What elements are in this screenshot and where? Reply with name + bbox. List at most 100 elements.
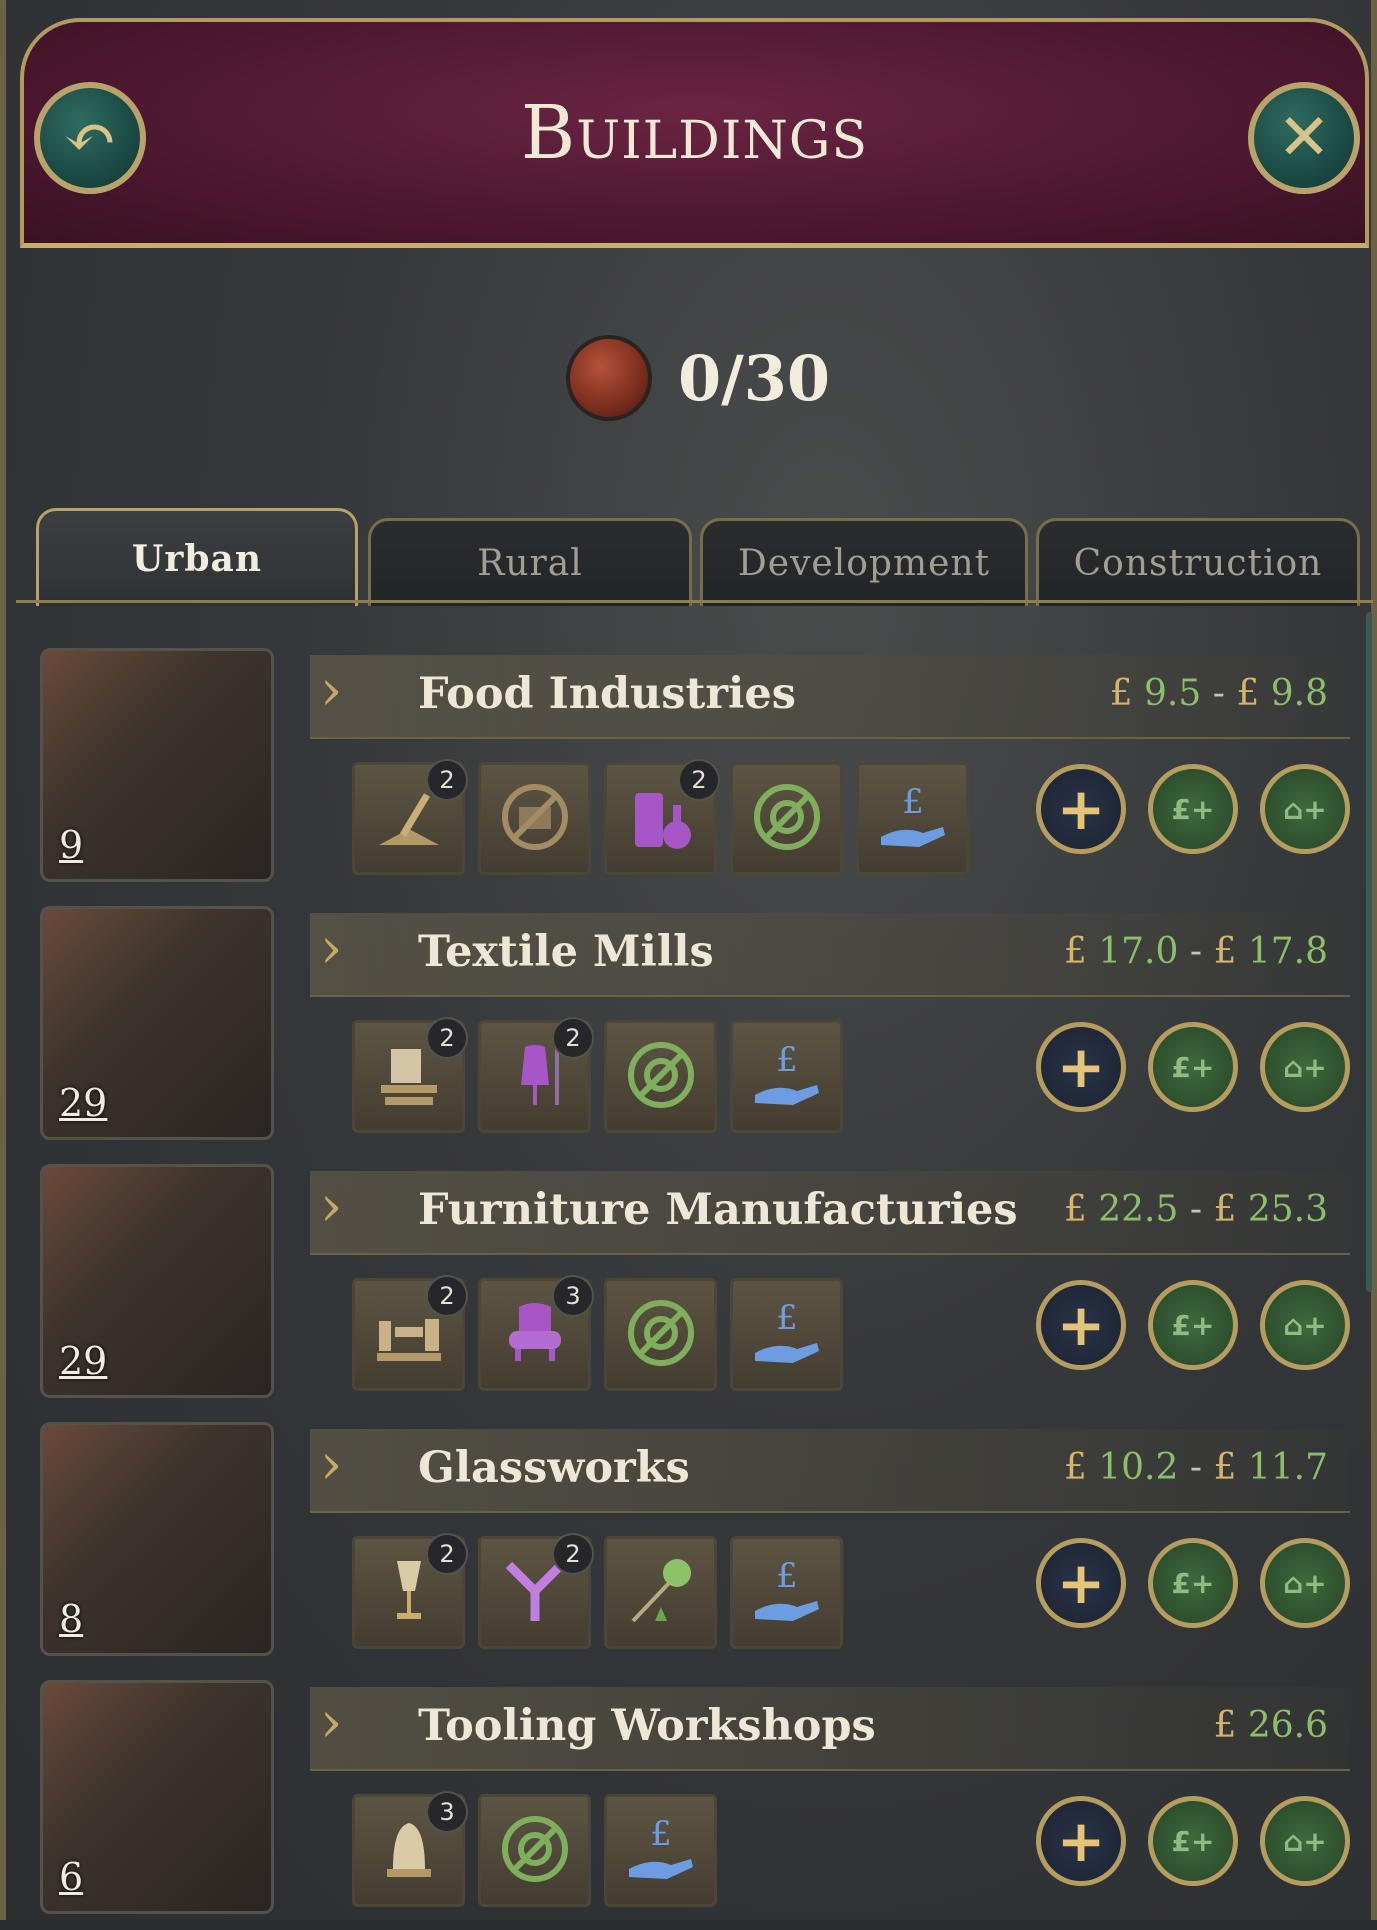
construction-counter-value: 0/30 [678,341,831,415]
production-method-slot[interactable]: 3 [352,1791,468,1907]
tab-development[interactable]: Development [700,518,1028,606]
tab-construction[interactable]: Construction [1036,518,1360,606]
slot-option-count: 3 [552,1275,594,1317]
subsidize-button[interactable]: £+ [1148,1280,1238,1370]
currency-symbol: £ [1213,931,1237,972]
chevron-right-icon[interactable]: › [320,663,342,719]
close-x-icon: ✕ [1277,101,1331,175]
building-illustration-icon [157,1781,257,1891]
building-thumbnail[interactable]: 9 [40,648,274,882]
subsidize-button[interactable]: £+ [1148,764,1238,854]
pound-plus-icon: £+ [1171,1566,1215,1600]
price-high: 11.7 [1247,1447,1328,1488]
production-method-slot[interactable] [604,1278,717,1391]
building-row[interactable]: 8 › Glassworks £ 10.2 - £ 11.7 2 2 £ + £… [40,1414,1350,1672]
subsidize-button[interactable]: £+ [1148,1538,1238,1628]
currency-symbol: £ [1213,1447,1237,1488]
chevron-right-icon[interactable]: › [320,1695,342,1751]
construction-points-icon [566,335,652,421]
chevron-right-icon[interactable]: › [320,921,342,977]
building-thumbnail[interactable]: 6 [40,1680,274,1914]
price-low: 10.2 [1098,1447,1179,1488]
subsidize-button[interactable]: £+ [1148,1796,1238,1886]
building-row[interactable]: 29 › Textile Mills £ 17.0 - £ 17.8 2 2 £… [40,898,1350,1156]
production-method-slot[interactable]: 2 [478,1017,594,1133]
building-name: Food Industries [418,669,796,719]
production-method-slot[interactable] [478,1794,591,1907]
building-row[interactable]: 9 › Food Industries £ 9.5 - £ 9.8 2 2 £ [40,640,1350,898]
price-range: £ 10.2 - £ 11.7 [1064,1447,1328,1488]
build-button[interactable]: + [1036,1538,1126,1628]
build-button[interactable]: + [1036,764,1126,854]
price-value: 26.6 [1247,1705,1328,1746]
slot-option-count: 2 [678,759,720,801]
expand-button[interactable]: ⌂+ [1260,764,1350,854]
production-method-slot[interactable]: £ [604,1794,717,1907]
construction-counter: 0/30 [566,335,830,421]
production-method-slot[interactable]: £ [730,1020,843,1133]
disabled-automation-icon [495,1809,575,1893]
production-method-slot[interactable]: 3 [478,1275,594,1391]
chevron-right-icon[interactable]: › [320,1179,342,1235]
production-method-slot[interactable]: £ [856,762,969,875]
disabled-automation-icon [621,1293,701,1377]
production-method-slot[interactable]: 2 [352,1017,468,1133]
expand-button[interactable]: ⌂+ [1260,1280,1350,1370]
pound-hand-ownership-icon: £ [747,1293,827,1377]
chevron-right-icon[interactable]: › [320,1437,342,1493]
building-count: 29 [59,1339,108,1383]
building-actions: + £+ ⌂+ [1036,764,1350,854]
production-method-slot[interactable]: £ [730,1278,843,1391]
production-method-slot[interactable] [478,762,591,875]
currency-symbol: £ [1063,931,1087,972]
subsidize-button[interactable]: £+ [1148,1022,1238,1112]
build-button[interactable]: + [1036,1796,1126,1886]
building-thumbnail[interactable]: 8 [40,1422,274,1656]
production-method-slot[interactable]: £ [730,1536,843,1649]
building-row[interactable]: 29 › Furniture Manufacturies £ 22.5 - £ … [40,1156,1350,1414]
building-count: 6 [59,1855,84,1899]
building-header[interactable]: › Furniture Manufacturies £ 22.5 - £ 25.… [310,1171,1350,1255]
building-name: Textile Mills [418,927,714,977]
close-button[interactable]: ✕ [1248,82,1360,194]
building-thumbnail[interactable]: 29 [40,906,274,1140]
production-method-slot[interactable]: 2 [478,1533,594,1649]
slot-option-count: 3 [426,1791,468,1833]
building-header[interactable]: › Food Industries £ 9.5 - £ 9.8 [310,655,1350,739]
tab-urban[interactable]: Urban [36,508,358,606]
house-plus-icon: ⌂+ [1283,1308,1327,1342]
currency-symbol: £ [1213,1189,1237,1230]
production-method-slot[interactable]: 2 [352,1275,468,1391]
price-high: 9.8 [1270,673,1328,714]
production-method-slot[interactable]: 2 [352,759,468,875]
expand-button[interactable]: ⌂+ [1260,1022,1350,1112]
building-header[interactable]: › Glassworks £ 10.2 - £ 11.7 [310,1429,1350,1513]
building-row[interactable]: 6 › Tooling Workshops £ 26.6 3 £ + £+ ⌂+ [40,1672,1350,1930]
building-actions: + £+ ⌂+ [1036,1796,1350,1886]
slot-option-count: 2 [426,1533,468,1575]
tab-divider [16,600,1373,603]
pound-hand-ownership-icon: £ [621,1809,701,1893]
building-thumbnail[interactable]: 29 [40,1164,274,1398]
slot-option-count: 2 [552,1533,594,1575]
list-scrollbar[interactable] [1366,612,1372,1292]
build-button[interactable]: + [1036,1022,1126,1112]
house-plus-icon: ⌂+ [1283,1566,1327,1600]
expand-button[interactable]: ⌂+ [1260,1796,1350,1886]
production-method-slot[interactable] [604,1536,717,1649]
production-method-slot[interactable]: 2 [352,1533,468,1649]
currency-symbol: £ [1063,1189,1087,1230]
building-header[interactable]: › Tooling Workshops £ 26.6 [310,1687,1350,1771]
production-method-slot[interactable] [604,1020,717,1133]
price-range: £ 26.6 [1213,1705,1328,1746]
building-illustration-icon [157,1523,257,1633]
expand-button[interactable]: ⌂+ [1260,1538,1350,1628]
building-actions: + £+ ⌂+ [1036,1280,1350,1370]
tab-rural[interactable]: Rural [368,518,692,606]
production-method-slot[interactable] [730,762,843,875]
building-header[interactable]: › Textile Mills £ 17.0 - £ 17.8 [310,913,1350,997]
build-button[interactable]: + [1036,1280,1126,1370]
back-button[interactable]: ↶ [34,82,146,194]
currency-symbol: £ [1213,1705,1237,1746]
production-method-slot[interactable]: 2 [604,759,720,875]
